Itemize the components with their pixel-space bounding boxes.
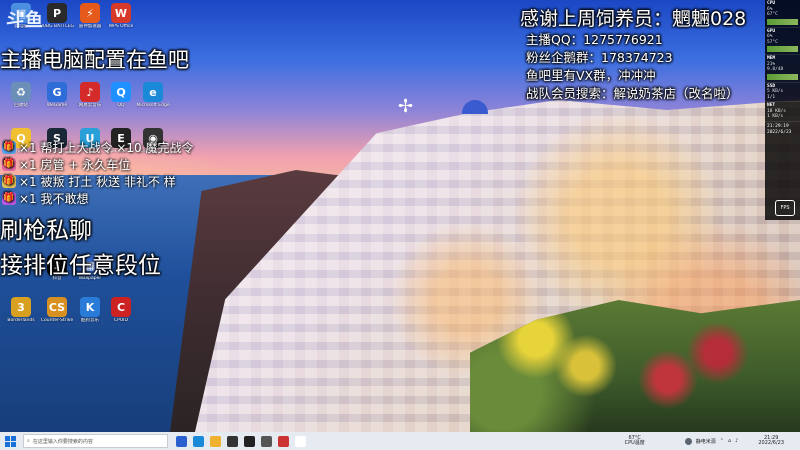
taskbar-clock[interactable]: 21:29 2022/6/23 [758,435,784,447]
app-icon: e [143,82,163,102]
desktop-icon-label: PUBG BATTLEGR [40,24,74,29]
perk-line: 🎁 ×1 房管 + 永久车位 [2,156,130,173]
perk-line: 🎁 ×1 帮打上大战令 ×10 魔完战令 [2,139,193,156]
perk-text: ×1 帮打上大战令 ×10 魔完战令 [19,141,194,155]
desktop-icon[interactable]: P PUBG BATTLEGR [40,3,74,29]
tray-icon[interactable] [684,437,692,445]
mem-graph [767,73,798,80]
app-icon: 3 [11,297,31,317]
windmill-icon: ✢ [398,96,414,117]
desktop-icon[interactable]: e Microsoft Edge [136,82,170,108]
streamer-qq: 主播QQ：1275776921 [526,32,663,47]
desktop-icon-label: Counter-Strike [40,318,74,323]
cpu-graph [767,18,798,25]
gift-icon: 🎁 [2,141,16,154]
desktop-icon-label: 网易云音乐 [78,103,102,108]
windows-taskbar: ⌕ 在这里输入你要搜索的内容 67°C CPU温度 静电米源 ⌃ ⌂ ♪ 21:… [0,432,800,450]
app-icon: G [47,82,67,102]
desktop-icon-label: Borderlands [7,318,35,323]
monitor-cpu: CPU 6% 67°C [765,0,800,28]
taskbar-temp-widget[interactable]: 67°C CPU温度 [625,436,645,446]
chevron-up-icon[interactable]: ⌃ [720,438,724,444]
app-icon: Q [111,82,131,102]
app-icon: ♻ [11,82,31,102]
monitor-gpu: GPU 6% 57°C [765,28,800,55]
volume-icon[interactable]: ♪ [735,438,738,444]
weekly-thanks: 感谢上周饲养员：魍魎028 [520,8,747,30]
gpu-graph [767,46,798,52]
monitor-ssd: SSD 5 KB/s 1/1 [765,83,800,102]
taskbar-app-icon[interactable] [193,435,204,447]
hardware-monitor-sidebar: CPU 6% 67°C GPU 6% 57°C MEM 21% 9.8/48 S… [765,0,800,220]
stream-service-line-1: 刷枪私聊 [0,218,92,244]
desktop-icon[interactable]: G WeGame [40,82,74,108]
fan-group: 粉丝企鹅群：178374723 [526,50,673,65]
monitor-clock: 21:29:19 2022/6/23 [767,123,792,135]
system-tray: 静电米源 ⌃ ⌂ ♪ [684,437,738,445]
gift-icon: 🎁 [2,192,16,205]
app-icon: W [111,3,131,23]
app-icon: P [47,3,67,23]
desktop-icon[interactable]: ♪ 网易云音乐 [73,82,107,108]
desktop-icon[interactable]: K 酷狗音乐 [73,297,107,323]
desktop-icon[interactable]: ⚡ 雷神加速器 [73,3,107,29]
desktop-icon-label: WPS Office [108,24,134,29]
windows-logo-icon [4,435,10,441]
perk-text: ×1 我不敢想 [19,192,89,206]
fps-button[interactable]: FPS [775,200,795,216]
taskbar-app-icon[interactable] [227,435,238,447]
desktop-icon-label: CPUID [114,318,128,323]
wechat-group-note: 鱼吧里有VX群，冲冲冲 [526,68,656,83]
stream-platform-logo: 斗鱼 [6,10,44,31]
tray-status-text: 静电米源 [695,438,716,445]
taskbar-search-box[interactable]: ⌕ 在这里输入你要搜索的内容 [23,434,168,448]
desktop-icon[interactable]: CS Counter-Strike [40,297,74,323]
perk-line: 🎁 ×1 我不敢想 [2,190,89,207]
taskbar-app-icon[interactable] [295,435,306,447]
taskbar-app-icon[interactable] [244,435,255,447]
desktop-icon-label: 回收站 [14,103,28,108]
search-icon: ⌕ [27,438,30,444]
team-search-note: 战队会员搜索：解说奶茶店（改名啦） [526,86,739,101]
desktop-icon-label: QQ [117,103,125,108]
stream-info-panel: 感谢上周饲养员：魍魎028 主播QQ：1275776921 粉丝企鹅群：1783… [520,4,765,103]
search-placeholder: 在这里输入你要搜索的内容 [32,438,93,445]
taskbar-app-icon[interactable] [261,435,272,447]
desktop-icon-label: Microsoft Edge [136,103,170,108]
app-icon: C [111,297,131,317]
stream-config-notice: 主播电脑配置在鱼吧 [0,48,189,72]
desktop-icon-label: 酷狗音乐 [81,318,99,323]
monitor-mem: MEM 21% 9.8/48 [765,55,800,83]
desktop-icon[interactable]: ♻ 回收站 [4,82,38,108]
desktop-icon[interactable]: 3 Borderlands [4,297,38,323]
taskbar-app-icon[interactable] [176,435,187,447]
perk-line: 🎁 ×1 被叛 打土 秋送 非礼不 样 [2,173,176,190]
desktop-icon-label: 雷神加速器 [78,24,102,29]
app-icon: K [80,297,100,317]
gift-icon: 🎁 [2,175,16,188]
perk-text: ×1 房管 + 永久车位 [19,158,131,172]
network-icon[interactable]: ⌂ [728,438,731,444]
desktop-icon[interactable]: C CPUID [104,297,138,323]
stream-service-line-2: 接排位任意段位 [0,253,161,279]
desktop-icon-label: WeGame [46,103,68,108]
app-icon: ♪ [80,82,100,102]
monitor-net: NET 18 KB/s 1 KB/s [765,102,800,122]
desktop-icon[interactable]: Q QQ [104,82,138,108]
taskbar-app-icon[interactable] [210,435,221,447]
perk-text: ×1 被叛 打土 秋送 非礼不 样 [19,175,176,189]
taskbar-pinned-apps [176,435,306,447]
app-icon: CS [47,297,67,317]
taskbar-app-icon[interactable] [278,435,289,447]
desktop-icon[interactable]: W WPS Office [104,3,138,29]
app-icon: ⚡ [80,3,100,23]
start-button[interactable] [3,434,17,448]
gift-icon: 🎁 [2,158,16,171]
